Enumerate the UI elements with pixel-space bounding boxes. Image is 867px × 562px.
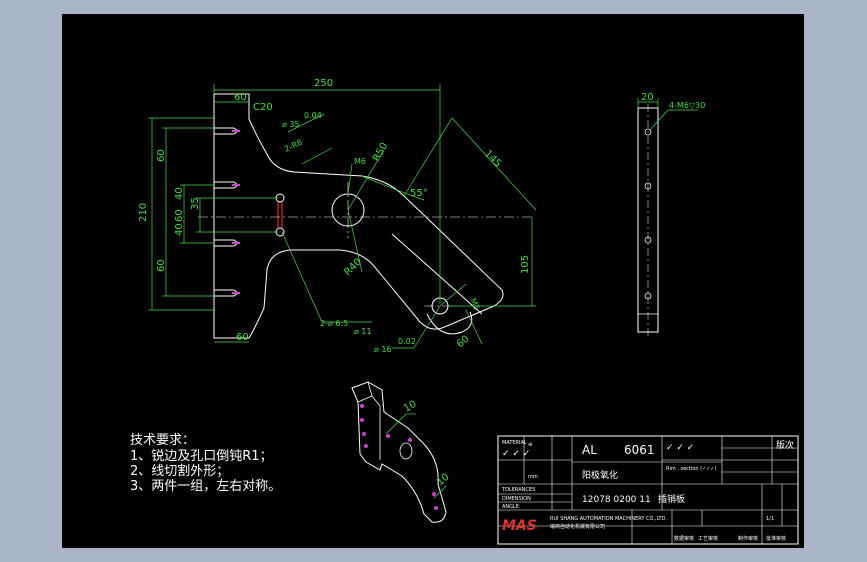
dim-thickness: 20 [641,92,654,103]
dim-holes-note2: ⌀ 11 [354,327,372,336]
tb-company-en: RUI SHANG AUTOMATION MACHINERY CO.,LTD. [550,516,667,522]
tb-projection: ⊕ [528,442,532,448]
tb-unit: mm [528,474,538,480]
dim-inner-radius: R40 [342,256,364,278]
dim-height-total: 210 [138,203,149,222]
tb-sig-3: 制作审核 [738,535,758,542]
tb-angle: ANGLE [502,504,519,510]
dim-angle: 55° [410,188,428,199]
tb-sig-1: 数据审核 [674,535,694,542]
tb-drawing-number: 12078 0200 11 [582,495,651,505]
cad-viewport[interactable]: 250 60 C20 ⌀ 35 0.04 2-R8 M6 R50 145 55°… [62,14,804,548]
dim-small-thread: M5 [468,297,481,312]
dim-bottom-width: 60 [236,332,249,343]
notes-title: 技术要求： [130,433,195,448]
dim-side-holes: 4-M6▽30 [669,101,705,110]
arm-end-arc [426,311,473,335]
dim-arm-radius: R50 [371,141,390,164]
tb-sig-4: 批准审核 [766,535,786,542]
tb-part-name: 插销板 [658,493,685,505]
dim-holes-note: 2-⌀ 6.5 [320,319,348,328]
dim-counterbore: ⌀ 35 [282,120,300,129]
dim-left-spacing-mid1: 40 [174,187,185,200]
dim-top-width: 60 [234,92,247,103]
tb-grade: 6061 [624,443,655,457]
dim-left-spacing-top: 60 [156,149,167,162]
tb-material: AL [582,443,597,457]
dim-thread: M6 [354,157,366,166]
side-view: 20 4-M6▽30 [637,92,705,336]
dim-overall-width: 250 [314,78,333,89]
technical-notes: 技术要求： 1、锐边及孔口倒钝R1； 2、线切割外形； 3、两件一组，左右对称。 [130,433,281,494]
dim-left-spacing-bottom: 60 [156,259,167,272]
tb-ra: ✓ ✓ ✓ [502,449,530,459]
dim-corner-radius: 2-R8 [283,138,304,154]
dim-bore-small: ⌀ 16 [374,345,392,354]
notes-line-3: 3、两件一组，左右对称。 [130,479,281,494]
company-logo: MAS [502,518,537,534]
iso-view: 10 10 [351,381,452,523]
dim-counterbore-tol: 0.04 [304,111,322,120]
dim-chamfer: C20 [253,102,273,113]
dim-hole-spacing: 35 [190,197,201,210]
tb-ra-symbols: ✓ ✓ ✓ [666,443,694,453]
dim-vertical-offset: 105 [520,255,531,274]
tb-label-material: MATERIAL [502,440,527,446]
thread-marks [232,130,240,294]
part-outline-upper [213,93,504,339]
notes-line-1: 1、锐边及孔口倒钝R1； [130,449,273,464]
cad-drawing: 250 60 C20 ⌀ 35 0.04 2-R8 M6 R50 145 55°… [130,78,799,545]
tb-sheet: 1/1 [766,516,774,522]
hidden-lines [277,202,283,228]
dim-hole-offset: 60 [174,209,185,222]
dim-arm-end: 60 [455,334,472,351]
tb-surface: Rim , section (✓✓✓) [666,466,717,472]
tb-company-cn: 瑞商自动化机械有限公司 [550,523,605,530]
front-view [213,93,504,339]
title-block: MATERIAL ✓ ✓ ✓ ⊕ mm AL 6061 阳极氧化 ✓ ✓ ✓ R… [497,435,799,545]
dimension-texts: 250 60 C20 ⌀ 35 0.04 2-R8 M6 R50 145 55°… [138,78,531,354]
tb-sig-2: 工艺审核 [698,535,718,542]
notes-line-2: 2、线切割外形； [130,463,229,479]
tb-dimension: DIMENSION [502,496,531,502]
iso-dim-b: 10 [435,472,452,489]
tb-rev: 版次 [776,439,794,451]
center-lines [198,182,532,307]
arm-inner-contour [391,233,483,315]
dim-arm-length: 145 [482,148,503,169]
iso-dim-a: 10 [402,399,419,415]
tb-finish: 阳极氧化 [582,469,618,481]
dim-bore-small-tol: 0.02 [398,337,416,346]
dim-left-spacing-mid2: 40 [174,223,185,236]
tb-tolerances: TOLERANCES [501,487,535,493]
